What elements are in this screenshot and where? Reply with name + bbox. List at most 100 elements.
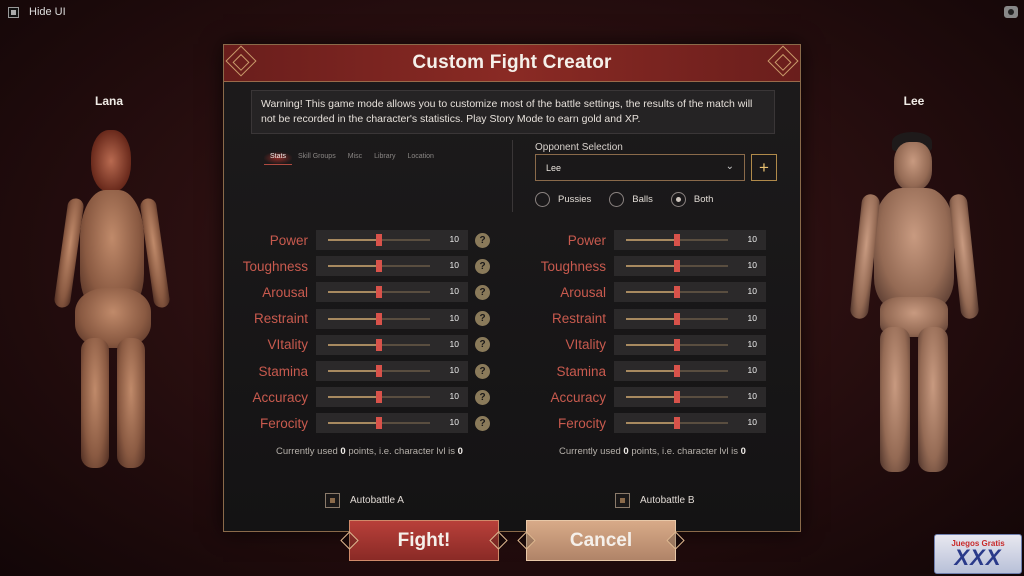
opponent-dropdown[interactable]: Lee ⌄ (535, 154, 745, 181)
slider-thumb[interactable] (674, 234, 680, 247)
radio-both[interactable]: Both (670, 192, 713, 207)
help-icon[interactable]: ? (475, 232, 490, 248)
ornament-icon (489, 531, 508, 550)
slider-thumb[interactable] (674, 417, 680, 430)
slider-thumb[interactable] (674, 260, 680, 273)
slider-fill (626, 291, 677, 294)
stat-slider[interactable]: 10 (614, 282, 766, 303)
slider-fill (626, 239, 677, 242)
slider-track[interactable] (626, 417, 728, 430)
stat-slider[interactable]: 10 (316, 387, 468, 408)
radio-pussies[interactable]: Pussies (535, 192, 591, 207)
stat-slider[interactable]: 10 (316, 282, 468, 303)
add-opponent-button[interactable]: + (751, 154, 777, 181)
slider-thumb[interactable] (376, 365, 382, 378)
stat-slider[interactable]: 10 (316, 361, 468, 382)
tab-location[interactable]: Location (401, 152, 439, 165)
slider-thumb[interactable] (376, 286, 382, 299)
slider-fill (626, 343, 677, 346)
slider-track[interactable] (626, 338, 728, 351)
stat-label: VItality (267, 337, 308, 353)
autobattle-b-toggle[interactable]: Autobattle B (615, 493, 694, 508)
help-icon[interactable]: ? (475, 284, 490, 300)
slider-track[interactable] (626, 286, 728, 299)
slider-track[interactable] (328, 391, 430, 404)
help-icon[interactable]: ? (475, 311, 490, 327)
stat-slider[interactable]: 10 (614, 334, 766, 355)
stat-slider[interactable]: 10 (316, 230, 468, 251)
slider-thumb[interactable] (376, 234, 382, 247)
slider-track[interactable] (328, 286, 430, 299)
stat-slider[interactable]: 10 (614, 256, 766, 277)
divider (512, 140, 513, 212)
slider-track[interactable] (626, 312, 728, 325)
slider-thumb[interactable] (674, 338, 680, 351)
stat-value: 10 (747, 286, 757, 297)
help-icon[interactable]: ? (475, 389, 490, 405)
stat-slider[interactable]: 10 (614, 230, 766, 251)
autobattle-b-checkbox[interactable] (615, 493, 630, 508)
slider-thumb[interactable] (376, 338, 382, 351)
slider-fill (328, 291, 379, 294)
slider-track[interactable] (328, 234, 430, 247)
slider-track[interactable] (626, 391, 728, 404)
stat-slider[interactable]: 10 (316, 334, 468, 355)
autobattle-a-checkbox[interactable] (325, 493, 340, 508)
slider-thumb[interactable] (376, 312, 382, 325)
slider-track[interactable] (626, 234, 728, 247)
slider-track[interactable] (328, 417, 430, 430)
autobattle-a-toggle[interactable]: Autobattle A (325, 493, 404, 508)
stat-label: Stamina (556, 363, 606, 379)
tab-skill-groups[interactable]: Skill Groups (292, 152, 342, 165)
slider-thumb[interactable] (674, 312, 680, 325)
stat-row: Arousal 10 (522, 279, 766, 305)
right-character-figure (849, 132, 980, 480)
stat-value: 10 (449, 391, 459, 402)
tab-bar: Stats Skill Groups Misc Library Location (264, 152, 440, 165)
stat-slider[interactable]: 10 (614, 361, 766, 382)
camera-icon[interactable] (1004, 6, 1018, 18)
hide-ui-checkbox[interactable] (8, 6, 19, 18)
tab-stats[interactable]: Stats (264, 152, 292, 165)
hide-ui-label: Hide UI (29, 6, 66, 18)
hide-ui-toggle[interactable]: Hide UI (8, 6, 66, 18)
slider-fill (328, 343, 379, 346)
watermark-logo: Juegos Gratis XXX (934, 534, 1022, 574)
help-icon[interactable]: ? (475, 363, 490, 379)
fight-button[interactable]: Fight! (340, 520, 508, 561)
radio-circle-selected[interactable] (670, 192, 686, 207)
radio-circle[interactable] (609, 192, 625, 207)
panel-header: Custom Fight Creator (224, 45, 800, 82)
slider-track[interactable] (626, 365, 728, 378)
slider-thumb[interactable] (376, 417, 382, 430)
stat-label: Stamina (258, 363, 308, 379)
slider-thumb[interactable] (674, 286, 680, 299)
stat-slider[interactable]: 10 (316, 413, 468, 434)
stat-label: Restraint (253, 311, 308, 327)
tab-misc[interactable]: Misc (342, 152, 368, 165)
radio-balls[interactable]: Balls (609, 192, 653, 207)
stat-slider[interactable]: 10 (614, 308, 766, 329)
slider-thumb[interactable] (376, 391, 382, 404)
tab-library[interactable]: Library (368, 152, 401, 165)
stat-row: Toughness 10? (224, 253, 490, 279)
slider-thumb[interactable] (376, 260, 382, 273)
slider-track[interactable] (328, 365, 430, 378)
help-icon[interactable]: ? (475, 258, 490, 274)
slider-track[interactable] (626, 260, 728, 273)
stat-slider[interactable]: 10 (316, 256, 468, 277)
slider-track[interactable] (328, 338, 430, 351)
stat-slider[interactable]: 10 (614, 413, 766, 434)
slider-thumb[interactable] (674, 391, 680, 404)
help-icon[interactable]: ? (475, 415, 490, 431)
help-icon[interactable]: ? (475, 337, 490, 353)
stat-slider[interactable]: 10 (614, 387, 766, 408)
slider-track[interactable] (328, 312, 430, 325)
cancel-button[interactable]: Cancel (517, 520, 685, 561)
slider-thumb[interactable] (674, 365, 680, 378)
stats-column-a: Power 10? Toughness 10? Arousal 10? Restraint 1… (224, 227, 490, 437)
slider-track[interactable] (328, 260, 430, 273)
stat-slider[interactable]: 10 (316, 308, 468, 329)
radio-circle[interactable] (535, 192, 550, 207)
radio-label: Balls (632, 194, 653, 205)
